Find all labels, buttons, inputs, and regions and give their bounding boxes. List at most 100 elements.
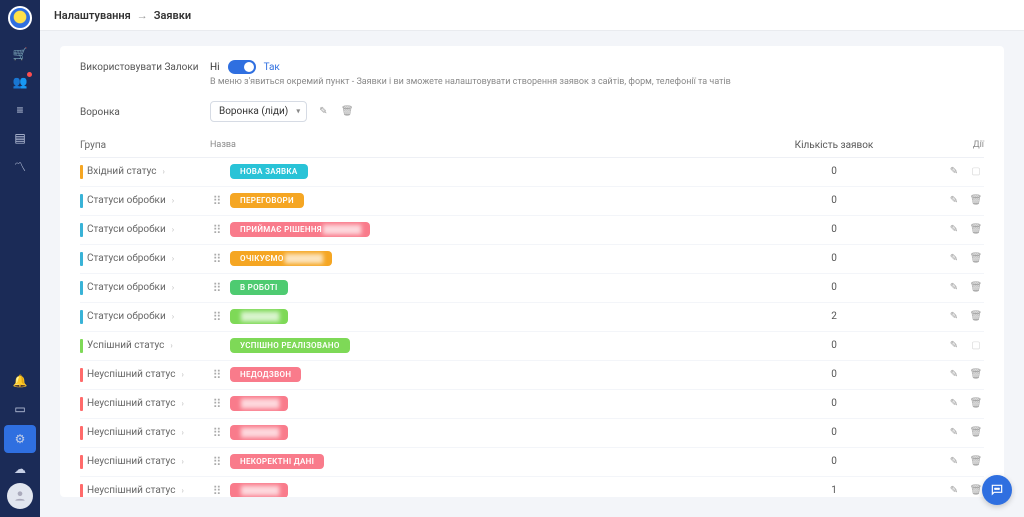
group-label: Статуси обробки (87, 311, 166, 322)
trash-icon[interactable]: 🗑 (968, 309, 984, 325)
request-count: 0 (734, 282, 934, 293)
request-count: 0 (734, 427, 934, 438)
edit-icon[interactable]: ✎ (946, 483, 962, 497)
trash-icon[interactable]: 🗑 (968, 193, 984, 209)
group-label: Неуспішний статус (87, 485, 175, 496)
edit-funnel-icon[interactable]: ✎ (315, 103, 331, 119)
edit-icon[interactable]: ✎ (946, 193, 962, 209)
trash-icon[interactable]: 🗑 (968, 280, 984, 296)
table-row: Статуси обробки›⠿ПЕРЕГОВОРИ0✎🗑 (80, 187, 984, 216)
status-badge: ПРИЙМАЄ РІШЕННЯ (230, 222, 370, 237)
chevron-right-icon: › (172, 225, 174, 234)
request-count: 0 (734, 195, 934, 206)
edit-icon[interactable]: ✎ (946, 396, 962, 412)
users-nav[interactable]: 👥 (0, 68, 40, 96)
drag-handle-icon[interactable]: ⠿ (210, 368, 224, 382)
sidebar: 🛒 👥≡▤〽 🔔 ▭ ⚙ ☁ (0, 0, 40, 517)
table-row: Неуспішний статус›⠿0✎🗑 (80, 419, 984, 448)
request-count: 0 (734, 369, 934, 380)
list-nav[interactable]: ≡ (0, 96, 40, 124)
drag-handle-icon[interactable]: ⠿ (210, 484, 224, 497)
edit-icon[interactable]: ✎ (946, 454, 962, 470)
group-label: Статуси обробки (87, 224, 166, 235)
status-badge: УСПІШНО РЕАЛІЗОВАНО (230, 338, 350, 353)
bell-nav[interactable]: 🔔 (0, 367, 40, 395)
group-label: Успішний статус (87, 340, 164, 351)
breadcrumb-leaf: Заявки (154, 9, 191, 22)
edit-icon[interactable]: ✎ (946, 309, 962, 325)
trash-icon[interactable]: 🗑 (968, 425, 984, 441)
drag-handle-icon[interactable]: ⠿ (210, 455, 224, 469)
drag-handle-icon[interactable]: ⠿ (210, 252, 224, 266)
app-logo[interactable] (8, 6, 32, 30)
group-color-bar (80, 426, 83, 440)
trash-icon[interactable]: 🗑 (968, 251, 984, 267)
drag-handle-icon[interactable]: ⠿ (210, 281, 224, 295)
request-count: 1 (734, 485, 934, 496)
toggle-yes-label: Так (264, 62, 280, 73)
chevron-right-icon: › (181, 457, 183, 466)
tasks-nav[interactable]: ▤ (0, 124, 40, 152)
edit-icon[interactable]: ✎ (946, 222, 962, 238)
edit-icon[interactable]: ✎ (946, 280, 962, 296)
trash-icon[interactable]: 🗑 (968, 222, 984, 238)
edit-icon[interactable]: ✎ (946, 367, 962, 383)
use-requests-label: Використовувати Залоки (80, 60, 210, 73)
chevron-right-icon: › (172, 196, 174, 205)
table-row: Статуси обробки›⠿ОЧІКУЄМО0✎🗑 (80, 245, 984, 274)
settings-card: Використовувати Залоки Ні Так В меню з'я… (60, 46, 1004, 497)
edit-icon[interactable]: ✎ (946, 164, 962, 180)
group-color-bar (80, 339, 83, 353)
edit-icon[interactable]: ✎ (946, 425, 962, 441)
group-label: Статуси обробки (87, 282, 166, 293)
table-row: Неуспішний статус›⠿НЕКОРЕКТНІ ДАНІ0✎🗑 (80, 448, 984, 477)
lock-icon: ▢ (968, 338, 984, 354)
col-actions: Дії (934, 140, 984, 151)
chevron-right-icon: › (170, 341, 172, 350)
breadcrumb: Налаштування → Заявки (40, 0, 1024, 30)
group-label: Вхідний статус (87, 166, 157, 177)
status-badge (230, 309, 288, 324)
use-requests-toggle[interactable] (228, 60, 256, 74)
group-label: Неуспішний статус (87, 398, 175, 409)
chevron-right-icon: › (181, 428, 183, 437)
status-badge: НЕКОРЕКТНІ ДАНІ (230, 454, 324, 469)
table-row: Успішний статус›⠿УСПІШНО РЕАЛІЗОВАНО0✎▢ (80, 332, 984, 361)
trash-icon[interactable]: 🗑 (968, 454, 984, 470)
chat-button[interactable] (982, 475, 1012, 505)
delete-funnel-icon[interactable]: 🗑 (339, 103, 355, 119)
drag-handle-icon[interactable]: ⠿ (210, 194, 224, 208)
breadcrumb-root[interactable]: Налаштування (54, 9, 131, 22)
group-label: Статуси обробки (87, 253, 166, 264)
drag-handle-icon[interactable]: ⠿ (210, 223, 224, 237)
edit-icon[interactable]: ✎ (946, 338, 962, 354)
trash-icon[interactable]: 🗑 (968, 367, 984, 383)
avatar[interactable] (7, 483, 33, 509)
request-count: 2 (734, 311, 934, 322)
group-color-bar (80, 223, 83, 237)
use-requests-hint: В меню з'явиться окремий пункт - Заявки … (210, 76, 984, 89)
request-count: 0 (734, 166, 934, 177)
chevron-right-icon: › (172, 283, 174, 292)
cloud-nav[interactable]: ☁ (0, 455, 40, 483)
drag-handle-icon[interactable]: ⠿ (210, 397, 224, 411)
edit-icon[interactable]: ✎ (946, 251, 962, 267)
drag-handle-icon[interactable]: ⠿ (210, 426, 224, 440)
request-count: 0 (734, 253, 934, 264)
request-count: 0 (734, 224, 934, 235)
cart-icon: 🛒 (13, 47, 28, 61)
chart-nav[interactable]: 〽 (0, 152, 40, 180)
group-color-bar (80, 252, 83, 266)
status-badge (230, 483, 288, 497)
bell-icon: 🔔 (13, 374, 28, 388)
gear-nav[interactable]: ⚙ (4, 425, 36, 453)
cloud-icon: ☁ (14, 462, 26, 476)
request-count: 0 (734, 398, 934, 409)
drag-handle-icon[interactable]: ⠿ (210, 310, 224, 324)
funnel-select[interactable]: Воронка (ліди) ▾ (210, 101, 307, 122)
book-icon: ▭ (14, 402, 25, 416)
funnel-select-value: Воронка (ліди) (219, 106, 288, 117)
cart-nav[interactable]: 🛒 (0, 40, 40, 68)
book-nav[interactable]: ▭ (0, 395, 40, 423)
trash-icon[interactable]: 🗑 (968, 396, 984, 412)
